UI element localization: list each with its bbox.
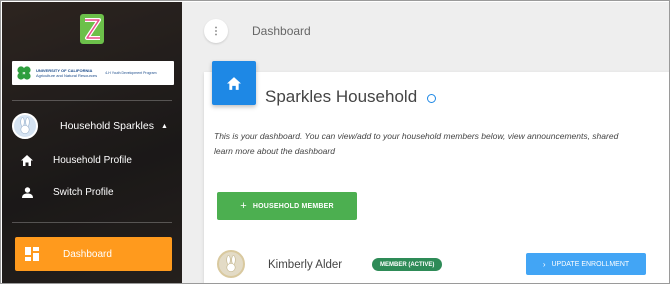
- help-icon[interactable]: [427, 94, 436, 103]
- top-bar: ⋮ Dashboard: [182, 2, 669, 60]
- sidebar-item-switch-profile[interactable]: Switch Profile: [20, 183, 114, 201]
- sidebar-item-label: Household Profile: [53, 154, 132, 166]
- breadcrumb: Dashboard: [252, 24, 311, 38]
- dashboard-icon: [25, 247, 39, 261]
- household-user-menu[interactable]: Household Sparkles ▲: [12, 112, 172, 140]
- plus-icon: +: [240, 200, 247, 212]
- anr-name: Agriculture and Natural Resources: [36, 73, 98, 78]
- status-badge: MEMBER (ACTIVE): [372, 258, 443, 271]
- uc-anr-text: UNIVERSITY OF CALIFORNIA Agriculture and…: [36, 68, 97, 78]
- page-title: Sparkles Household: [265, 87, 418, 106]
- person-icon: [20, 185, 34, 199]
- home-icon: [20, 153, 34, 167]
- home-badge-icon: [212, 61, 256, 105]
- add-household-member-button[interactable]: + HOUSEHOLD MEMBER: [217, 192, 357, 220]
- sidebar-divider: [12, 100, 172, 101]
- main-content: ⋮ Dashboard Sparkles Household This is y…: [182, 2, 669, 283]
- sidebar-item-dashboard[interactable]: Dashboard: [15, 237, 172, 271]
- sidebar-item-label: Switch Profile: [53, 186, 114, 198]
- sidebar-divider: [12, 222, 172, 223]
- sidebar-item-household-profile[interactable]: Household Profile: [20, 151, 132, 169]
- household-user-name: Household Sparkles: [60, 120, 154, 132]
- four-h-clover-icon: H: [17, 66, 31, 80]
- add-button-label: HOUSEHOLD MEMBER: [252, 202, 334, 210]
- member-name[interactable]: Kimberly Alder: [268, 259, 342, 271]
- description-line: This is your dashboard. You can view/add…: [214, 131, 619, 141]
- svg-text:H: H: [23, 71, 26, 76]
- uc-anr-banner: H UNIVERSITY OF CALIFORNIA Agriculture a…: [12, 61, 174, 85]
- description-link[interactable]: learn more about the dashboard: [214, 144, 669, 159]
- sidebar-item-label: Dashboard: [63, 248, 112, 260]
- dashboard-description: This is your dashboard. You can view/add…: [214, 129, 669, 159]
- update-enrollment-button[interactable]: › UPDATE ENROLLMENT: [526, 253, 646, 275]
- bunny-avatar-icon: [12, 113, 38, 139]
- more-options-icon[interactable]: ⋮: [204, 19, 228, 43]
- program-name: 4-H Youth Development Program: [105, 71, 157, 75]
- caret-up-icon: ▲: [160, 122, 168, 130]
- chevron-right-icon: ›: [542, 259, 546, 269]
- zsuite-logo-icon[interactable]: [78, 12, 106, 46]
- sidebar: H UNIVERSITY OF CALIFORNIA Agriculture a…: [2, 2, 182, 283]
- update-button-label: UPDATE ENROLLMENT: [551, 260, 630, 268]
- member-avatar: [217, 250, 245, 278]
- app-window: H UNIVERSITY OF CALIFORNIA Agriculture a…: [0, 0, 670, 284]
